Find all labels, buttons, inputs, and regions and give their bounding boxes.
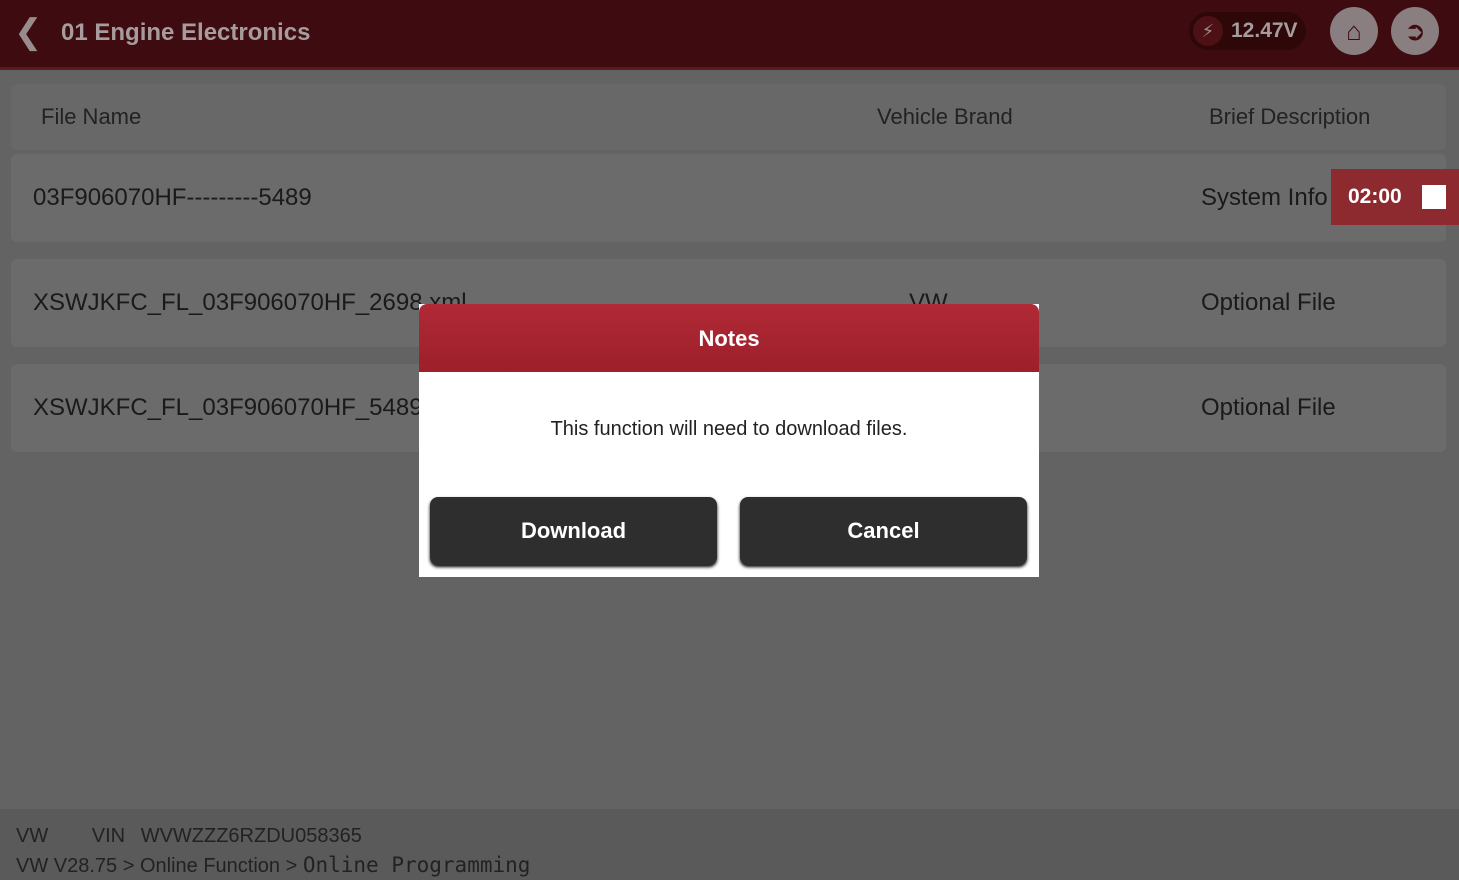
vin-label: VIN [91, 825, 126, 847]
file-name: 03F906070HF---------5489 [33, 184, 312, 211]
top-bar: ❮ 01 Engine Electronics ⚡︎ 12.47V ⌂ ➲ [0, 0, 1459, 70]
voltage-badge: ⚡︎ 12.47V [1189, 12, 1306, 50]
status-footer: VW VIN WVWZZZ6RZDU058365 VW V28.75 > Onl… [0, 809, 1459, 880]
download-button[interactable]: Download [430, 497, 717, 565]
brief-description: Optional File [1201, 289, 1336, 316]
breadcrumb: VW V28.75 > Online Function > Online Pro… [16, 853, 530, 878]
page-title: 01 Engine Electronics [61, 19, 311, 46]
brief-description: Optional File [1201, 394, 1336, 421]
timer-value: 02:00 [1348, 185, 1402, 208]
dialog-title: Notes [419, 304, 1039, 372]
column-brief-description: Brief Description [1209, 104, 1371, 129]
stop-icon[interactable] [1421, 185, 1446, 209]
exit-icon[interactable]: ➲ [1391, 7, 1439, 55]
dialog-message: This function will need to download file… [550, 418, 908, 440]
timer-badge: 02:00 [1331, 169, 1459, 225]
cancel-button[interactable]: Cancel [740, 497, 1027, 565]
table-row[interactable]: 03F906070HF---------5489 System Info [11, 154, 1446, 242]
bolt-icon: ⚡︎ [1193, 16, 1223, 46]
voltage-value: 12.47V [1231, 19, 1298, 42]
breadcrumb-current: Online Programming [302, 853, 531, 877]
brief-description: System Info [1201, 184, 1328, 211]
back-icon[interactable]: ❮ [14, 14, 44, 50]
footer-brand: VW [16, 825, 49, 847]
file-name: XSWJKFC_FL_03F906070HF_5489 [33, 394, 423, 421]
notes-dialog: Notes This function will need to downloa… [419, 304, 1039, 577]
column-file-name: File Name [41, 104, 142, 129]
vehicle-info: VW VIN WVWZZZ6RZDU058365 [16, 825, 362, 848]
table-header: File Name Vehicle Brand Brief Descriptio… [11, 84, 1446, 150]
home-icon[interactable]: ⌂ [1330, 7, 1378, 55]
column-vehicle-brand: Vehicle Brand [877, 104, 1013, 129]
breadcrumb-path: VW V28.75 > Online Function > [16, 855, 303, 877]
vin-value: WVWZZZ6RZDU058365 [140, 825, 362, 847]
file-name: XSWJKFC_FL_03F906070HF_2698.xml [33, 289, 467, 316]
